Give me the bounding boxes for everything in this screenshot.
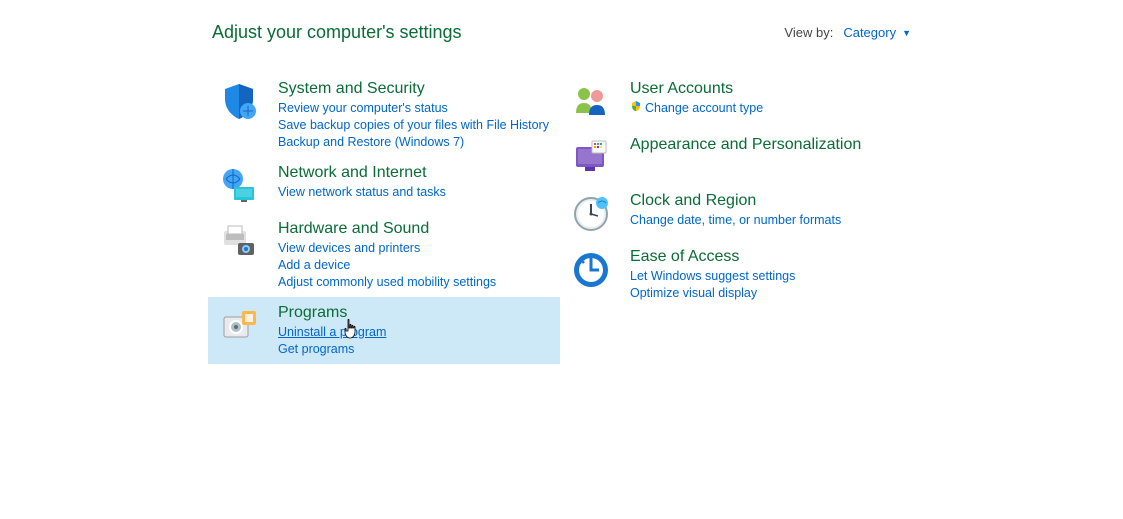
category-title[interactable]: Clock and Region xyxy=(630,191,902,211)
link-change-account-type[interactable]: Change account type xyxy=(630,100,902,117)
viewby-dropdown[interactable]: Category ▼ xyxy=(843,25,911,40)
viewby-label: View by: xyxy=(784,25,833,40)
category-title[interactable]: Network and Internet xyxy=(278,163,550,183)
link-visual-display[interactable]: Optimize visual display xyxy=(630,285,902,302)
link-network-status[interactable]: View network status and tasks xyxy=(278,184,550,201)
category-title[interactable]: Ease of Access xyxy=(630,247,902,267)
link-get-programs[interactable]: Get programs xyxy=(278,341,550,358)
link-mobility-settings[interactable]: Adjust commonly used mobility settings xyxy=(278,274,550,291)
link-backup-restore[interactable]: Backup and Restore (Windows 7) xyxy=(278,134,550,151)
uac-shield-icon xyxy=(630,100,642,112)
category-programs: Programs Uninstall a program Get program… xyxy=(208,297,560,364)
network-icon xyxy=(218,165,260,207)
category-network-internet: Network and Internet View network status… xyxy=(208,157,560,213)
category-ease-of-access: Ease of Access Let Windows suggest setti… xyxy=(560,241,912,308)
user-accounts-icon xyxy=(570,81,612,123)
category-title[interactable]: Appearance and Personalization xyxy=(630,135,902,155)
chevron-down-icon: ▼ xyxy=(902,28,911,38)
clock-icon xyxy=(570,193,612,235)
category-hardware-sound: Hardware and Sound View devices and prin… xyxy=(208,213,560,297)
shield-icon xyxy=(218,81,260,123)
link-file-history[interactable]: Save backup copies of your files with Fi… xyxy=(278,117,550,134)
link-windows-suggest[interactable]: Let Windows suggest settings xyxy=(630,268,902,285)
link-date-time-formats[interactable]: Change date, time, or number formats xyxy=(630,212,902,229)
programs-icon xyxy=(218,305,260,347)
page-title: Adjust your computer's settings xyxy=(212,22,462,43)
left-column: System and Security Review your computer… xyxy=(208,73,560,364)
category-title[interactable]: Hardware and Sound xyxy=(278,219,550,239)
printer-camera-icon xyxy=(218,221,260,263)
category-title[interactable]: Programs xyxy=(278,303,550,323)
category-system-security: System and Security Review your computer… xyxy=(208,73,560,157)
category-title[interactable]: System and Security xyxy=(278,79,550,99)
link-uninstall-program[interactable]: Uninstall a program xyxy=(278,324,550,341)
header: Adjust your computer's settings View by:… xyxy=(0,0,1123,55)
link-add-device[interactable]: Add a device xyxy=(278,257,550,274)
right-column: User Accounts Change account type xyxy=(560,73,912,364)
ease-of-access-icon xyxy=(570,249,612,291)
link-devices-printers[interactable]: View devices and printers xyxy=(278,240,550,257)
viewby-group: View by: Category ▼ xyxy=(784,25,911,40)
viewby-value: Category xyxy=(843,25,896,40)
category-appearance: Appearance and Personalization xyxy=(560,129,912,185)
appearance-icon xyxy=(570,137,612,179)
link-review-status[interactable]: Review your computer's status xyxy=(278,100,550,117)
category-clock-region: Clock and Region Change date, time, or n… xyxy=(560,185,912,241)
category-title[interactable]: User Accounts xyxy=(630,79,902,99)
category-user-accounts: User Accounts Change account type xyxy=(560,73,912,129)
